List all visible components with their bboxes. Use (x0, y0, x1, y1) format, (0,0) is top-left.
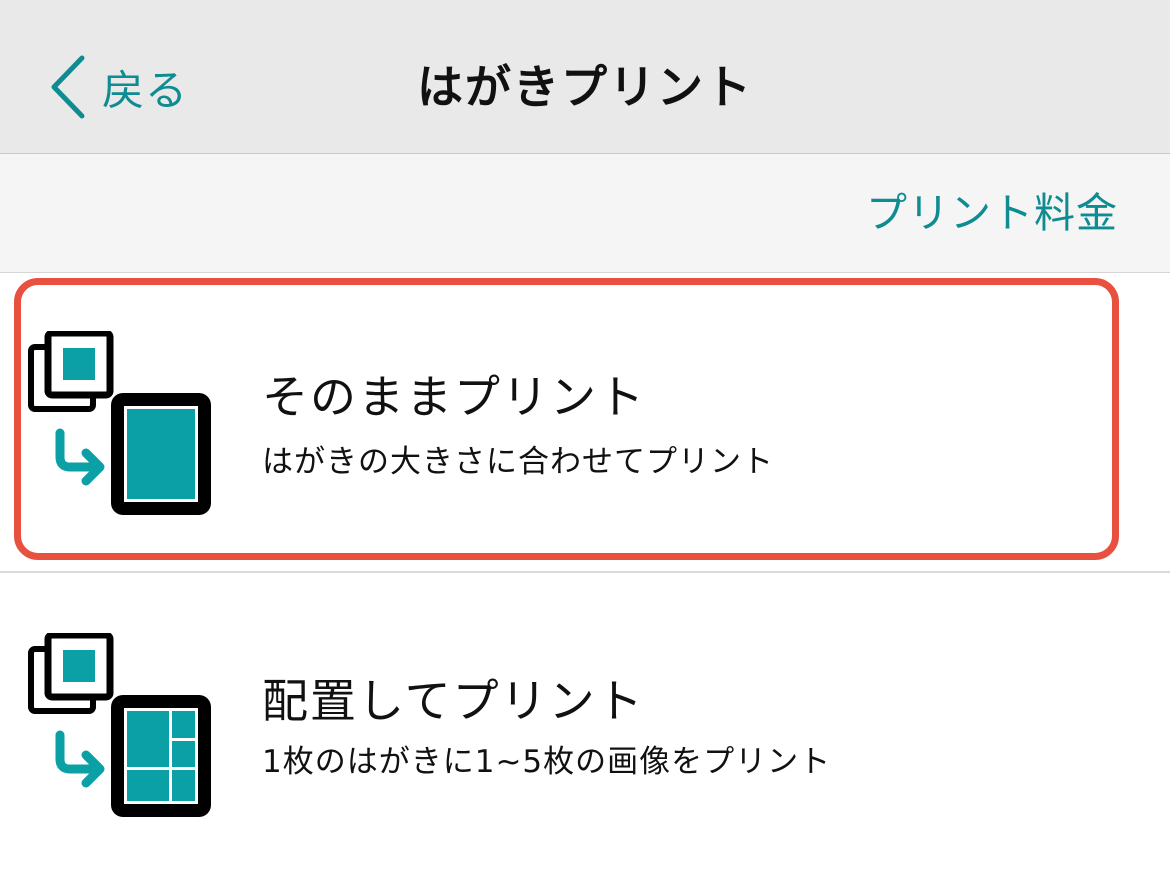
option-layout-print[interactable]: 配置してプリント 1枚のはがきに1~5枚の画像をプリント (0, 573, 1170, 869)
navigation-bar: 戻る はがきプリント (0, 0, 1170, 154)
layout-photo-print-icon (28, 633, 211, 817)
sub-header: プリント料金 (0, 154, 1170, 273)
option-title: そのままプリント (262, 370, 646, 424)
option-print-as-is[interactable]: そのままプリント はがきの大きさに合わせてプリント (0, 273, 1170, 569)
option-title: 配置してプリント (262, 674, 645, 728)
page-title: はがきプリント (417, 60, 753, 114)
print-price-link[interactable]: プリント料金 (866, 182, 1118, 244)
single-photo-print-icon (28, 331, 211, 515)
option-description: 1枚のはがきに1~5枚の画像をプリント (262, 744, 832, 780)
option-description: はがきの大きさに合わせてプリント (262, 444, 774, 480)
